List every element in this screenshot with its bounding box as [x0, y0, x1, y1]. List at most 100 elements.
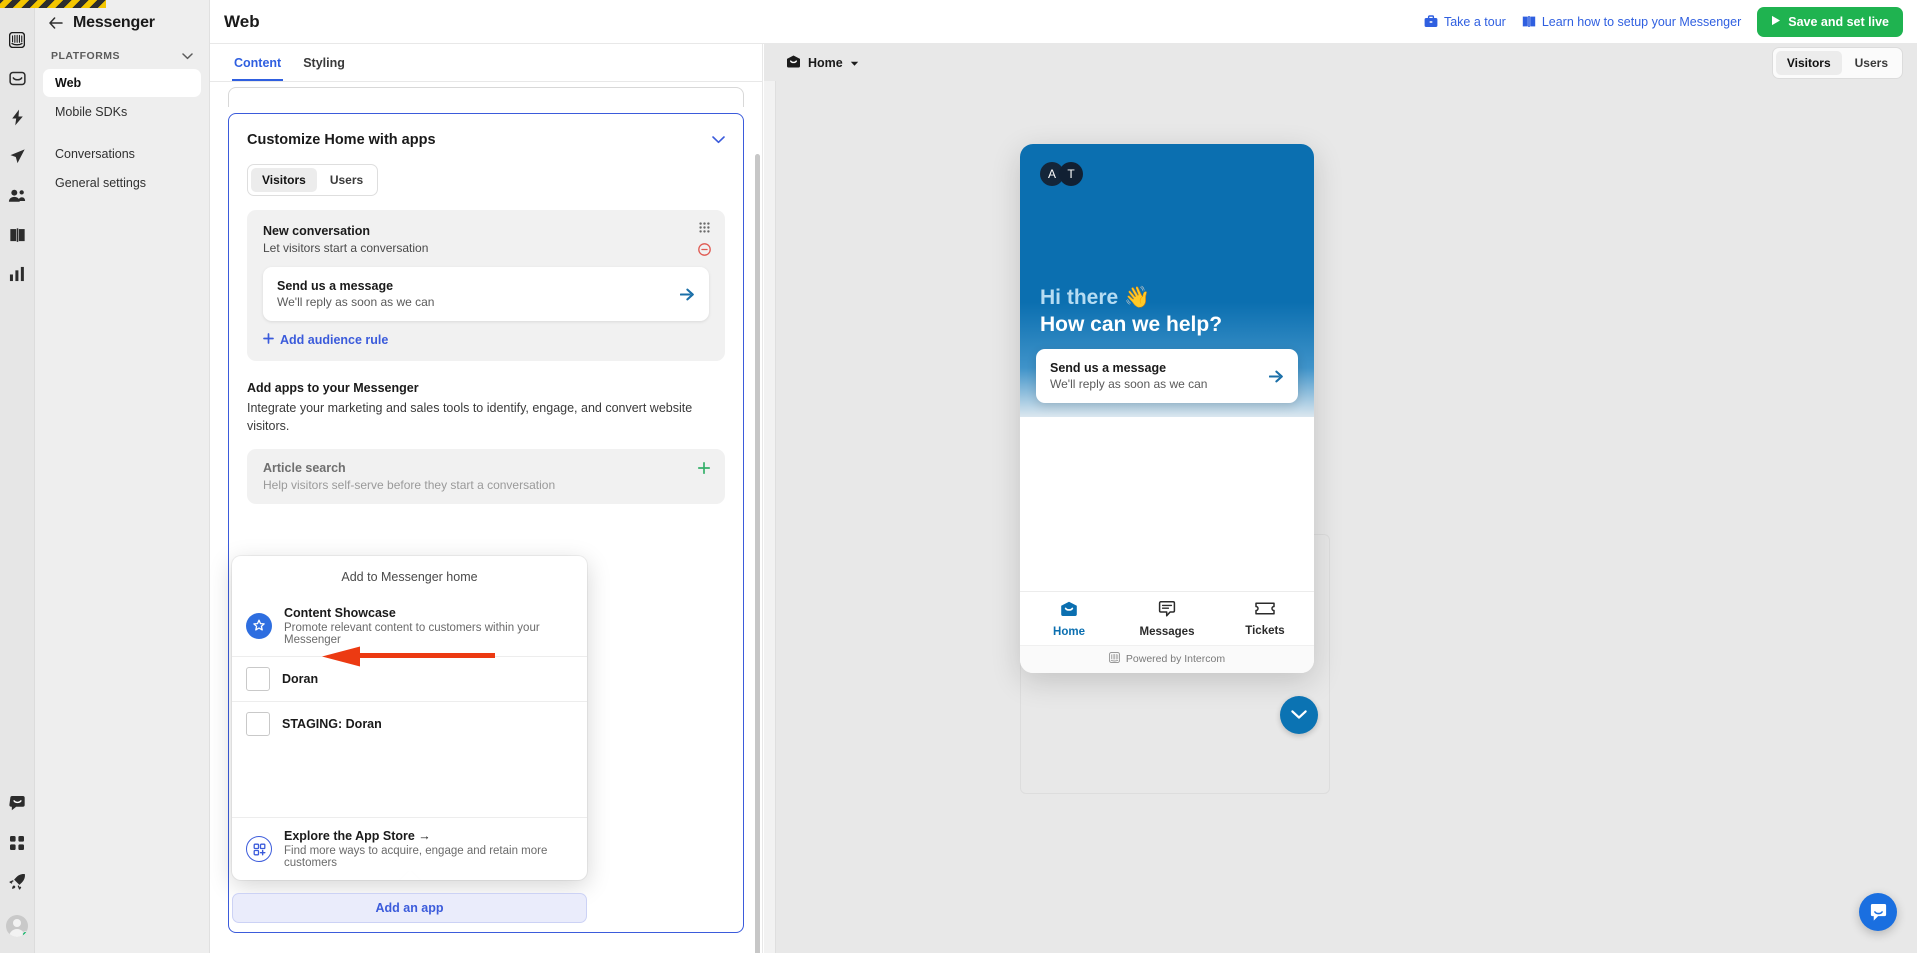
- popover-item-staging-doran[interactable]: STAGING: Doran: [232, 701, 587, 746]
- plus-icon: [263, 333, 274, 347]
- popover-item-text: Content Showcase Promote relevant conten…: [284, 606, 573, 646]
- explore-app-store-row[interactable]: Explore the App Store → Find more ways t…: [232, 817, 587, 880]
- messenger-greeting: Hi there 👋 How can we help?: [1040, 285, 1222, 339]
- preview-audience-tab-visitors[interactable]: Visitors: [1775, 50, 1842, 75]
- sidebar-section-platforms[interactable]: PLATFORMS: [35, 42, 209, 68]
- chevron-down-icon[interactable]: [712, 136, 725, 144]
- messenger-preview-pane: Home Visitors Users A T Hi there 👋 How c…: [764, 44, 1917, 953]
- take-a-tour-label: Take a tour: [1443, 14, 1506, 29]
- apps-grid-icon[interactable]: [0, 823, 35, 862]
- messages-icon: [1158, 601, 1176, 622]
- nav-item-label: Tickets: [1245, 625, 1285, 637]
- star-badge-icon: [246, 613, 272, 639]
- messenger-collapse-fab[interactable]: [1280, 696, 1318, 734]
- nav-item-label: Messages: [1139, 626, 1195, 638]
- intercom-logo-icon[interactable]: [0, 20, 35, 59]
- preview-screen-selector[interactable]: Home: [786, 55, 859, 71]
- primary-nav-rail: [0, 0, 35, 953]
- messenger-launcher-icon: [1870, 903, 1886, 921]
- online-status-dot: [22, 931, 28, 937]
- page-title: Web: [224, 11, 260, 31]
- learn-setup-link[interactable]: Learn how to setup your Messenger: [1522, 15, 1741, 29]
- sidebar-item-conversations[interactable]: Conversations: [43, 140, 201, 168]
- add-apps-section: Add apps to your Messenger Integrate you…: [247, 381, 725, 435]
- app-row-title: Article search: [263, 461, 346, 476]
- whats-new-rocket-icon[interactable]: [0, 862, 35, 901]
- outbound-send-icon[interactable]: [0, 137, 35, 176]
- sidebar-title: Messenger: [73, 14, 155, 31]
- user-avatar[interactable]: [6, 915, 28, 937]
- preview-collapse-strip[interactable]: [764, 44, 776, 953]
- messenger-body: [1020, 417, 1314, 591]
- add-audience-rule-button[interactable]: Add audience rule: [263, 333, 709, 347]
- remove-circle-icon[interactable]: [698, 243, 711, 256]
- sidebar-section-label: PLATFORMS: [51, 50, 121, 62]
- back-arrow-icon[interactable]: [49, 16, 63, 30]
- reports-chart-icon[interactable]: [0, 254, 35, 293]
- take-a-tour-link[interactable]: Take a tour: [1424, 15, 1506, 29]
- page-topbar: Web Take a tour Learn how to setup your …: [210, 0, 1917, 44]
- popover-item-title: Doran: [282, 672, 319, 686]
- send-card-text: Send us a message We'll reply as soon as…: [277, 279, 680, 309]
- customize-home-title: Customize Home with apps: [247, 132, 436, 148]
- popover-empty-space: [232, 746, 587, 817]
- send-card-subtitle: We'll reply as soon as we can: [277, 295, 435, 309]
- messenger-bottom-nav: Home Messages Tickets: [1020, 591, 1314, 645]
- checkbox-icon[interactable]: [246, 712, 270, 736]
- checkbox-icon[interactable]: [246, 667, 270, 691]
- app-row-subtitle: Help visitors self-serve before they sta…: [263, 478, 556, 493]
- contacts-people-icon[interactable]: [0, 176, 35, 215]
- editor-scrollbar[interactable]: [755, 154, 760, 953]
- audience-tab-visitors[interactable]: Visitors: [251, 168, 317, 192]
- save-and-set-live-button[interactable]: Save and set live: [1757, 6, 1903, 37]
- add-to-messenger-home-popover: Add to Messenger home Content Showcase P…: [232, 556, 587, 880]
- popover-item-title: STAGING: Doran: [282, 717, 382, 731]
- powered-by-label: Powered by Intercom: [1125, 653, 1226, 665]
- app-root: Messenger PLATFORMS Web Mobile SDKs Conv…: [0, 0, 1917, 953]
- greeting-line-1: Hi there 👋: [1040, 286, 1151, 310]
- messenger-powered-by: Powered by Intercom: [1020, 645, 1314, 673]
- nav-item-messages[interactable]: Messages: [1118, 601, 1216, 638]
- greeting-line-2: How can we help?: [1040, 313, 1223, 337]
- popover-item-title: Content Showcase: [284, 606, 396, 620]
- send-arrow-icon: [1269, 370, 1284, 383]
- add-apps-body: Integrate your marketing and sales tools…: [247, 401, 693, 434]
- book-icon: [1522, 15, 1536, 28]
- tab-content[interactable]: Content: [232, 44, 284, 81]
- sidebar-item-general-settings[interactable]: General settings: [43, 169, 201, 197]
- block-title: New conversation: [263, 224, 370, 238]
- chevron-down-icon: [1291, 710, 1307, 719]
- preview-toolbar: Home Visitors Users: [764, 44, 1917, 81]
- inbox-icon[interactable]: [0, 59, 35, 98]
- popover-item-content-showcase[interactable]: Content Showcase Promote relevant conten…: [232, 596, 587, 656]
- app-row-article-search[interactable]: Article search Help visitors self-serve …: [247, 449, 725, 505]
- plus-circle-icon[interactable]: [697, 461, 711, 475]
- nav-item-home[interactable]: Home: [1020, 601, 1118, 638]
- messenger-widget-preview: A T Hi there 👋 How can we help? Send us …: [1020, 144, 1314, 673]
- drag-handle-icon[interactable]: [699, 222, 710, 233]
- messenger-chat-icon[interactable]: [0, 784, 35, 823]
- automation-bolt-icon[interactable]: [0, 98, 35, 137]
- preview-audience-tab-users[interactable]: Users: [1844, 51, 1899, 75]
- articles-book-icon[interactable]: [0, 215, 35, 254]
- sidebar-divider-space: [35, 127, 209, 139]
- popover-item-doran[interactable]: Doran: [232, 656, 587, 701]
- send-card-title: Send us a message: [1050, 361, 1167, 375]
- audience-tab-users[interactable]: Users: [319, 168, 374, 192]
- chevron-down-icon: [850, 56, 859, 70]
- add-an-app-button[interactable]: Add an app: [232, 893, 587, 923]
- send-us-a-message-card[interactable]: Send us a message We'll reply as soon as…: [263, 267, 709, 321]
- tab-styling[interactable]: Styling: [301, 44, 347, 81]
- sidebar-item-mobile-sdks[interactable]: Mobile SDKs: [43, 98, 201, 126]
- send-card-text: Send us a message We'll reply as soon as…: [1050, 361, 1269, 391]
- messenger-send-message-card[interactable]: Send us a message We'll reply as soon as…: [1036, 349, 1298, 403]
- send-card-title: Send us a message: [277, 279, 394, 293]
- briefcase-icon: [1424, 15, 1438, 28]
- nav-item-tickets[interactable]: Tickets: [1216, 601, 1314, 638]
- block-tools: [698, 222, 711, 256]
- tickets-icon: [1255, 601, 1275, 621]
- sidebar-item-web[interactable]: Web: [43, 69, 201, 97]
- teammate-avatars: A T: [1040, 162, 1294, 186]
- messenger-launcher-fab[interactable]: [1859, 893, 1897, 931]
- home-icon: [1060, 601, 1078, 622]
